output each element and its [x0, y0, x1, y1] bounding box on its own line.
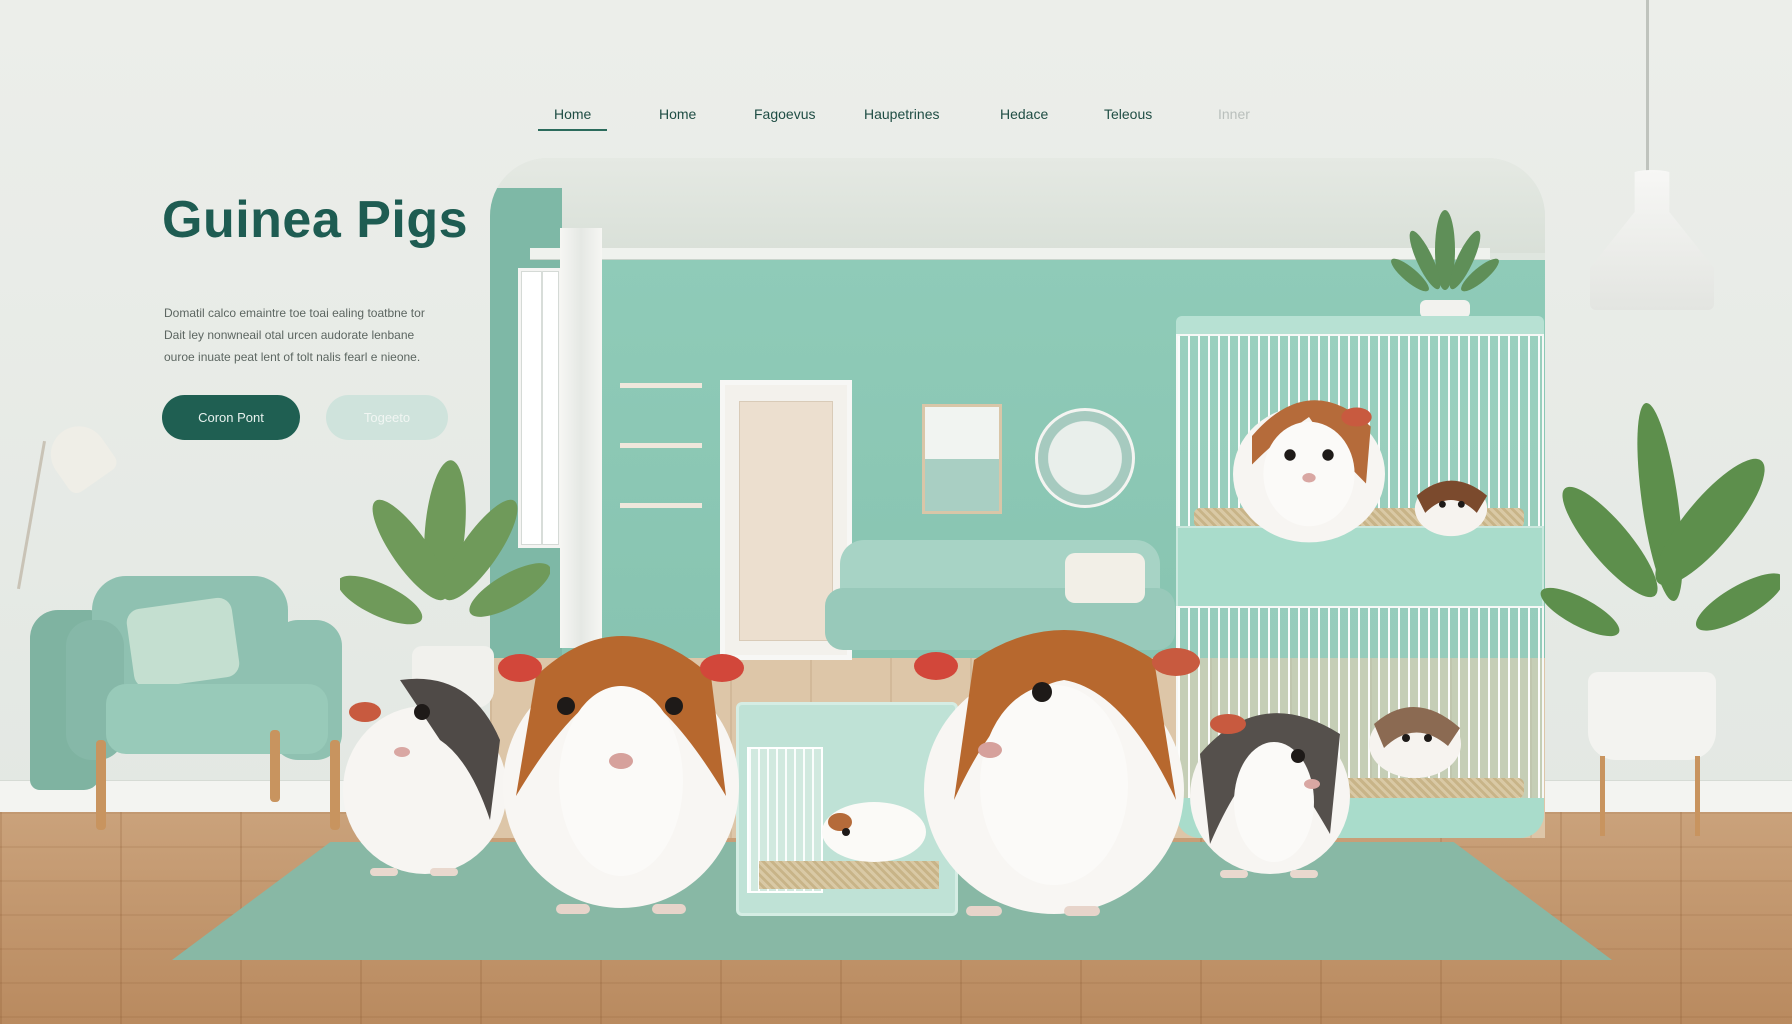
armchair-leg: [96, 740, 106, 830]
nav-item-inner[interactable]: Inner: [1218, 106, 1250, 122]
nav-item-home[interactable]: Home: [659, 106, 696, 122]
round-mirror: [1035, 408, 1135, 508]
armchair-seat: [106, 684, 328, 754]
secondary-cta-button[interactable]: Togeeto: [326, 395, 448, 440]
primary-cta-button[interactable]: Coron Pont: [162, 395, 300, 440]
hero-description-line: Dait ley nonwneail otal urcen audorate l…: [164, 328, 415, 342]
guinea-pig-icon: [914, 600, 1204, 920]
door-panel: [739, 401, 833, 641]
hero-description-line: ouroe inuate peat lent of tolt nalis fea…: [164, 350, 421, 364]
pendant-lamp-cord: [1646, 0, 1649, 176]
sofa-pillow: [1065, 553, 1145, 603]
plant-icon: [1391, 210, 1499, 318]
wall-shelf: [620, 443, 702, 448]
guinea-pig-icon: [330, 650, 520, 880]
nav-item-hedace[interactable]: Hedace: [1000, 106, 1048, 122]
curtain: [560, 228, 602, 648]
guinea-pig-icon: [496, 606, 746, 916]
wall-shelf: [620, 503, 702, 508]
guinea-pig-icon: [1214, 360, 1404, 550]
plant-stand: [1600, 756, 1700, 836]
guinea-pig-icon: [810, 786, 930, 866]
hero-description-line: Domatil calco emaintre toe toai ealing t…: [164, 306, 425, 320]
nav-item-haupetrines[interactable]: Haupetrines: [864, 106, 940, 122]
nav-item-home-active[interactable]: Home: [537, 106, 608, 131]
wall-shelf: [620, 383, 702, 388]
cage-top: [1176, 316, 1544, 336]
armchair-leg: [270, 730, 280, 802]
main-nav: Home Home Fagoevus Haupetrines Hedace Te…: [150, 96, 1300, 136]
hero-description: Domatil calco emaintre toe toai ealing t…: [164, 302, 464, 368]
guinea-pig-icon: [1360, 684, 1470, 780]
guinea-pig-icon: [1180, 684, 1358, 880]
plant-icon: [1540, 402, 1780, 637]
wall-art-frame: [922, 404, 1002, 514]
nav-item-fagoevus[interactable]: Fagoevus: [754, 106, 815, 122]
crown-molding: [530, 248, 1490, 260]
nav-item-teleous[interactable]: Teleous: [1104, 106, 1152, 122]
armchair-pillow: [124, 596, 242, 690]
page-title: Guinea Pigs: [162, 191, 469, 249]
guinea-pig-icon: [1408, 460, 1494, 540]
plant-pot: [1588, 672, 1716, 760]
